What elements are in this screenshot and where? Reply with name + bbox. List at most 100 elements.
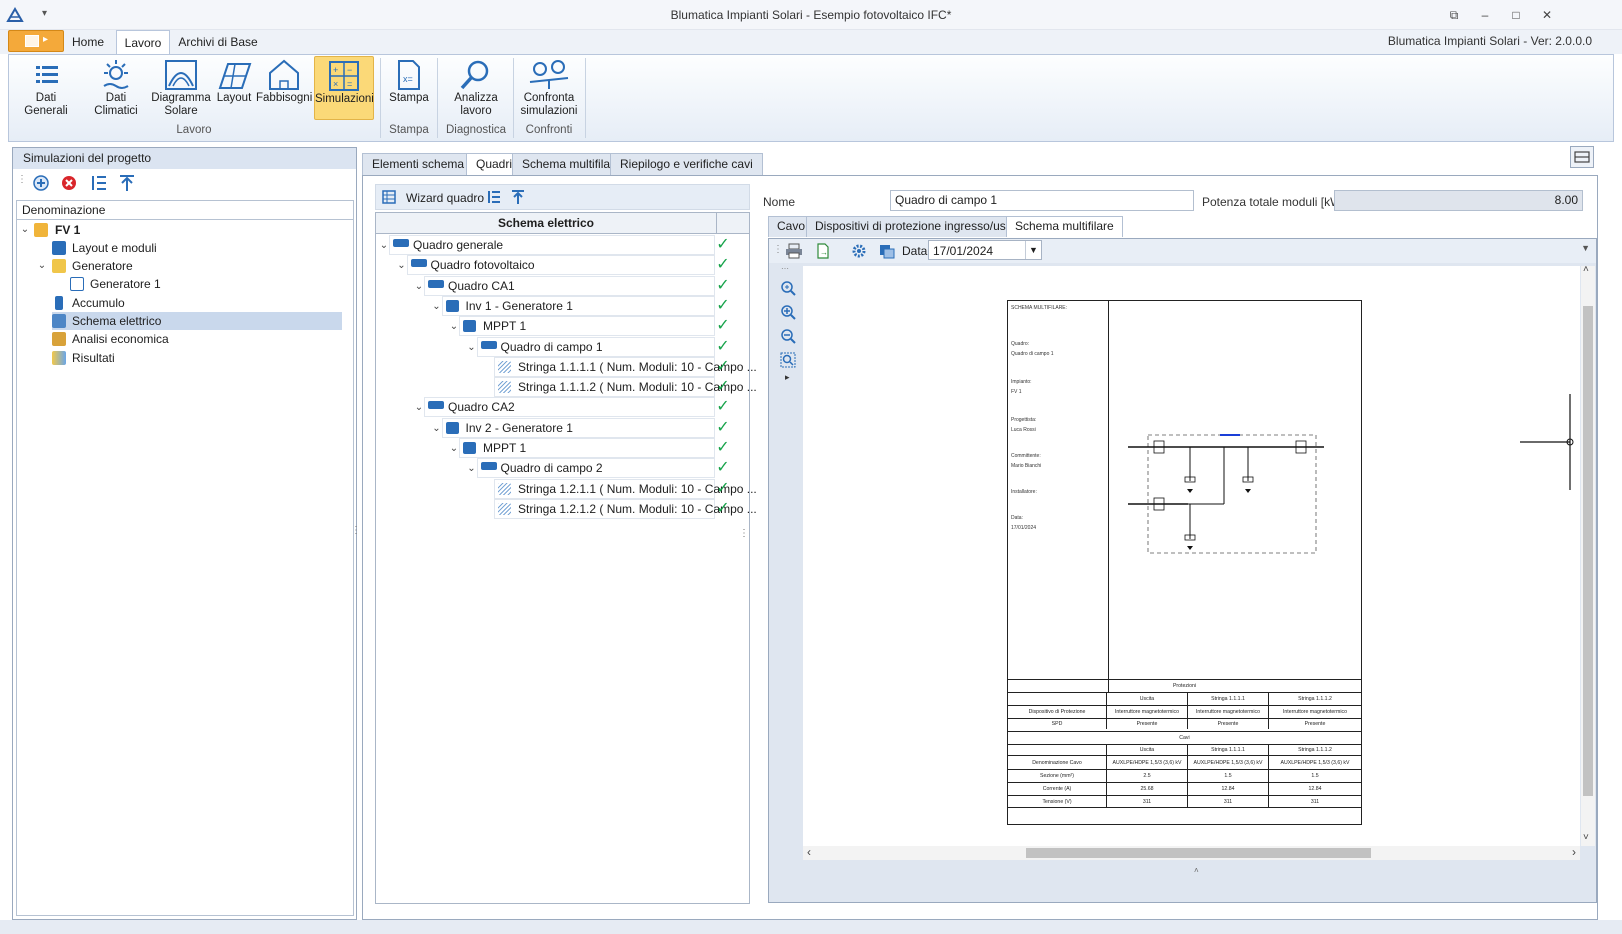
grid-row-inverter[interactable]: ⌄ Inv 1 - Generatore 1 ✓ [377, 295, 749, 317]
grid-row-mppt[interactable]: ⌄ MPPT 1 ✓ [377, 438, 749, 459]
tab-elementi-schema[interactable]: Elementi schema [362, 153, 475, 175]
tree-item-fv1[interactable]: ⌄ FV 1 [18, 221, 354, 239]
expand-all-icon[interactable] [89, 173, 109, 193]
tree-item-risultati[interactable]: Risultati [18, 349, 354, 367]
svg-text:=: = [347, 79, 352, 89]
den-cavo-s2: AUXLPE/HDPE 1,5/3 (3,6) kV [1268, 756, 1361, 769]
quadro-icon [410, 259, 427, 268]
zoom-fit-icon[interactable] [780, 280, 796, 296]
toolbar-overflow-icon[interactable]: ▼ [1581, 243, 1590, 253]
vertical-scroll-thumb[interactable] [1583, 306, 1593, 796]
subtab-dispositivi-protezione[interactable]: Dispositivi di protezione ingresso/uscit… [806, 216, 1034, 237]
diagramma-solare-button[interactable]: Diagramma Solare [150, 56, 212, 120]
collapse-all-icon[interactable] [510, 189, 526, 205]
expand-all-icon[interactable] [486, 189, 502, 205]
tab-riepilogo-verifiche-cavi[interactable]: Riepilogo e verifiche cavi [610, 153, 763, 175]
zoom-out-icon[interactable] [780, 328, 796, 344]
tab-archivi-di-base[interactable]: Archivi di Base [174, 30, 262, 54]
vertical-scrollbar[interactable]: ˄ ˅ [1581, 264, 1595, 846]
page-layout-icon[interactable] [879, 243, 895, 259]
collapse-icon[interactable]: ⌄ [379, 235, 389, 256]
stampa-button[interactable]: x= Stampa [384, 56, 434, 120]
horizontal-scroll-thumb[interactable] [1026, 848, 1371, 858]
tab-home[interactable]: Home [64, 30, 112, 54]
collapse-icon[interactable]: ⌄ [449, 316, 459, 337]
grid-row-quadro[interactable]: ⌄ Quadro CA2 ✓ [377, 397, 749, 418]
tree-item-schema-elettrico[interactable]: Schema elettrico [52, 312, 342, 330]
horizontal-scrollbar[interactable]: ‹ › [803, 845, 1580, 860]
grid-row-quadro[interactable]: ⌄ Quadro generale ✓ [377, 235, 749, 256]
close-icon[interactable]: ✕ [1536, 6, 1558, 24]
tree-item-analisi-economica[interactable]: Analisi economica [18, 330, 354, 348]
collapse-icon[interactable]: ⌄ [467, 337, 477, 358]
tab-lavoro[interactable]: Lavoro [116, 30, 170, 54]
simulazioni-button[interactable]: + − × = Simulazioni [314, 56, 374, 120]
zoom-window-icon[interactable] [780, 352, 796, 368]
grid-row-string[interactable]: Stringa 1.1.1.1 ( Num. Moduli: 10 - Camp… [377, 356, 757, 378]
restore-layout-icon[interactable]: ⧉ [1443, 6, 1465, 24]
collapse-icon[interactable]: ⌄ [467, 458, 477, 479]
collapse-icon[interactable]: ⌄ [449, 438, 459, 459]
dock-toggle-button[interactable] [1570, 146, 1594, 168]
grid-row-label: Quadro di campo 2 [500, 461, 603, 476]
valid-check-icon: ✓ [716, 378, 730, 396]
grid-row-string[interactable]: Stringa 1.1.1.2 ( Num. Moduli: 10 - Camp… [377, 377, 757, 398]
grid-row-string[interactable]: Stringa 1.2.1.2 ( Num. Moduli: 10 - Camp… [377, 498, 757, 520]
scroll-up-icon[interactable]: ˄ [1583, 264, 1589, 275]
cavi-col-stringa-2: Stringa 1.1.1.2 [1268, 745, 1361, 755]
grid-row-quadro[interactable]: ⌄ Quadro di campo 1 ✓ [377, 336, 749, 358]
grid-row-quadro[interactable]: ⌄ Quadro CA1 ✓ [377, 275, 749, 297]
collapse-icon[interactable]: ⌄ [397, 255, 407, 276]
valid-check-icon: ✓ [716, 418, 730, 436]
fabbisogni-button[interactable]: Fabbisogni [256, 56, 312, 120]
export-icon[interactable]: → [815, 243, 831, 259]
dati-generali-button[interactable]: Dati Generali [14, 56, 78, 120]
collapse-icon[interactable]: ⌄ [432, 296, 442, 317]
solare-label: Solare [164, 105, 198, 117]
tree-item-layout-moduli[interactable]: Layout e moduli [18, 239, 354, 257]
collapse-icon[interactable]: ⌄ [414, 276, 424, 297]
grid-row-mppt[interactable]: ⌄ MPPT 1 ✓ [377, 316, 749, 337]
collapse-icon[interactable]: ⌄ [414, 397, 424, 418]
potenza-value-field: 8.00 [1334, 190, 1583, 211]
grid-row-quadro[interactable]: ⌄ Quadro fotovoltaico ✓ [377, 255, 749, 276]
network-icon [52, 314, 66, 328]
grid-row-quadro[interactable]: ⌄ Quadro di campo 2 ✓ [377, 458, 749, 479]
print-icon[interactable] [785, 243, 803, 259]
tree-item-accumulo[interactable]: Accumulo [18, 294, 354, 312]
expand-toolbar-icon[interactable]: ▸ [785, 372, 790, 383]
collapse-all-icon[interactable] [117, 173, 137, 193]
zoom-in-icon[interactable] [780, 304, 796, 320]
date-picker[interactable]: 17/01/2024 ▼ [928, 240, 1042, 260]
splitter-grip[interactable]: ⋮ [739, 528, 749, 539]
layout-button[interactable]: Layout [214, 56, 254, 120]
tree-item-generatore-1[interactable]: Generatore 1 [18, 275, 354, 293]
collapse-icon[interactable]: ⌄ [20, 221, 30, 239]
confronta-simulazioni-button[interactable]: Confronta simulazioni [516, 56, 582, 120]
delete-icon[interactable] [59, 173, 79, 193]
grid-row-string[interactable]: Stringa 1.2.1.1 ( Num. Moduli: 10 - Camp… [377, 478, 757, 500]
calculator-icon: + −× = [329, 61, 359, 91]
collapse-icon[interactable]: ⌄ [432, 418, 442, 439]
collapse-icon[interactable]: ⌄ [37, 257, 47, 275]
splitter-grip[interactable]: ⋮ [351, 525, 361, 536]
dati-climatici-button[interactable]: Dati Climatici [84, 56, 148, 120]
scroll-left-icon[interactable]: ‹ [807, 845, 811, 859]
simulazioni-label: Simulazioni [315, 93, 374, 105]
dropdown-arrow-icon[interactable]: ▼ [1025, 241, 1041, 259]
analizza-lavoro-button[interactable]: Analizza lavoro [442, 56, 510, 120]
nome-input[interactable]: Quadro di campo 1 [890, 190, 1194, 211]
wizard-quadro-button[interactable]: Wizard quadro [406, 191, 484, 205]
grid-row-inverter[interactable]: ⌄ Inv 2 - Generatore 1 ✓ [377, 417, 749, 439]
minimize-icon[interactable]: – [1474, 6, 1496, 24]
scroll-right-icon[interactable]: › [1572, 845, 1576, 859]
scroll-down-icon[interactable]: ˅ [1583, 832, 1589, 843]
add-icon[interactable] [31, 173, 51, 193]
file-menu-button[interactable]: ▸ [8, 30, 64, 52]
settings-gear-icon[interactable] [851, 243, 867, 259]
tree-item-generatore[interactable]: ⌄ Generatore [18, 257, 354, 275]
sezione-s1: 1.5 [1187, 770, 1268, 782]
splitter-up-icon[interactable]: ˄ [1194, 866, 1199, 875]
subtab-schema-multifilare[interactable]: Schema multifilare [1006, 216, 1123, 237]
maximize-icon[interactable]: □ [1505, 6, 1527, 24]
